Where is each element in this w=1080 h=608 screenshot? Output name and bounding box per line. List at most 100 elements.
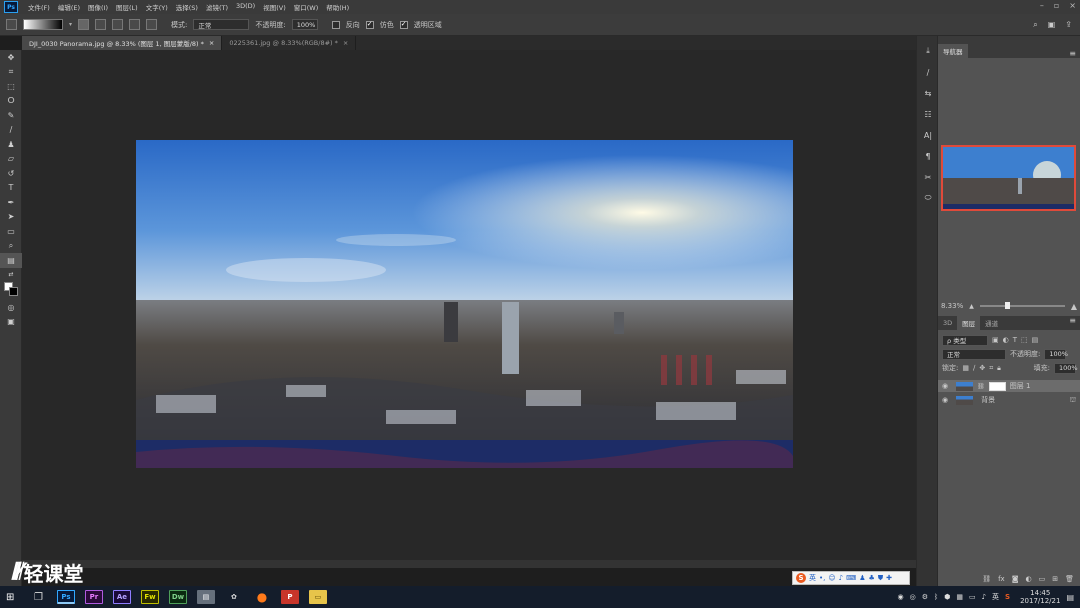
- network-icon[interactable]: ▭: [969, 593, 976, 601]
- zoom-slider[interactable]: [979, 302, 1065, 309]
- visibility-eye-icon[interactable]: ◉: [942, 396, 948, 404]
- tray-ime-label[interactable]: 英: [992, 592, 999, 602]
- menu-item[interactable]: 滤镜(T): [202, 2, 232, 12]
- path-select-tool-icon[interactable]: ➤: [0, 210, 22, 225]
- tab-channels[interactable]: 通道: [980, 316, 1003, 330]
- reverse-checkbox[interactable]: [331, 20, 340, 29]
- trash-icon[interactable]: 🗑︎: [1065, 575, 1074, 583]
- paragraph-icon[interactable]: ¶: [917, 150, 939, 162]
- quick-select-tool-icon[interactable]: ✎: [0, 108, 22, 123]
- search-icon[interactable]: ⌕: [1033, 20, 1037, 30]
- stamp-tool-icon[interactable]: ♟: [0, 137, 22, 152]
- close-tab-icon[interactable]: ×: [343, 39, 348, 47]
- emoji-icon[interactable]: ☺: [828, 574, 835, 582]
- menu-item[interactable]: 视图(V): [259, 2, 290, 12]
- new-layer-icon[interactable]: ⊞: [1052, 575, 1058, 583]
- lock-position-icon[interactable]: ✥: [979, 364, 985, 372]
- lock-artboard-icon[interactable]: ⌗: [989, 364, 993, 373]
- paw-taskbar-icon[interactable]: ✿: [225, 590, 243, 604]
- linear-gradient-button[interactable]: [78, 19, 90, 30]
- workspace-icon[interactable]: ▣: [1048, 20, 1056, 30]
- close-tab-icon[interactable]: ×: [209, 39, 214, 47]
- move-tool-icon[interactable]: ✥: [0, 50, 22, 65]
- transparency-checkbox[interactable]: ✓: [399, 20, 408, 29]
- app-taskbar-icon[interactable]: ▤: [196, 590, 215, 604]
- fill-field[interactable]: 100%: [1054, 362, 1078, 374]
- menu-item[interactable]: 图像(I): [84, 2, 112, 12]
- screen-mode-icon[interactable]: ▣: [0, 315, 22, 330]
- close-icon[interactable]: ×: [1069, 1, 1076, 10]
- crop-tool-icon[interactable]: ⌗: [0, 65, 22, 80]
- history-icon[interactable]: ⤓: [917, 45, 939, 57]
- zoom-tool-icon[interactable]: ⌕: [0, 239, 22, 254]
- firefox-taskbar-icon[interactable]: ●: [253, 590, 271, 604]
- mode-select[interactable]: 正常: [193, 19, 250, 30]
- eraser-tool-icon[interactable]: ▱: [0, 152, 22, 167]
- layer-row-2[interactable]: ◉ 背景 ⛫: [938, 394, 1080, 406]
- file-explorer-taskbar-icon[interactable]: ▭: [308, 590, 327, 604]
- panel-menu-icon[interactable]: ≡: [1069, 49, 1080, 58]
- maximize-icon[interactable]: ▫: [1054, 1, 1059, 10]
- tool-preset-picker[interactable]: [6, 19, 17, 30]
- blend-mode-select[interactable]: 正常: [942, 348, 1006, 360]
- character-icon[interactable]: A|: [917, 129, 939, 141]
- adjustments-icon[interactable]: ⇆: [917, 87, 939, 99]
- link-icon[interactable]: ⛓: [977, 383, 985, 390]
- diamond-gradient-button[interactable]: [146, 19, 158, 30]
- menu-item[interactable]: 3D(D): [232, 2, 259, 12]
- horizontal-scrollbar[interactable]: [22, 560, 916, 568]
- menu-item[interactable]: 窗口(W): [290, 2, 323, 12]
- background-color[interactable]: [9, 287, 18, 296]
- properties-icon[interactable]: ☷: [917, 108, 939, 120]
- clock[interactable]: 14:45 2017/12/21: [1020, 589, 1060, 605]
- windows-start-icon[interactable]: ⊞: [6, 592, 26, 603]
- sogou-tray-icon[interactable]: S: [1005, 593, 1010, 601]
- pen-tool-icon[interactable]: ✒: [0, 195, 22, 210]
- filter-adjust-icon[interactable]: ◐: [1003, 336, 1009, 344]
- lock-paint-icon[interactable]: ∕: [973, 364, 975, 372]
- zoom-slider-handle[interactable]: [1005, 302, 1011, 309]
- tools-icon[interactable]: ✂: [917, 171, 939, 183]
- tray-icon[interactable]: ▦: [956, 593, 963, 601]
- skin-icon[interactable]: ♣: [869, 574, 875, 582]
- opacity-field[interactable]: 100%: [291, 19, 318, 30]
- link-layers-icon[interactable]: ⛓: [982, 575, 991, 583]
- history-brush-icon[interactable]: ↺: [0, 166, 22, 181]
- chevron-down-icon[interactable]: ▾: [69, 21, 72, 28]
- tab-0225361[interactable]: 0225361.jpg @ 8.33%(RGB/8#) * ×: [222, 36, 357, 50]
- menu-item[interactable]: 文字(Y): [142, 2, 172, 12]
- filter-shape-icon[interactable]: ⬚: [1021, 336, 1028, 344]
- tray-icon[interactable]: ◎: [910, 593, 916, 601]
- tab-dji-panorama[interactable]: DJI_0030 Panorama.jpg @ 8.33% (图层 1, 图层蒙…: [22, 36, 223, 50]
- swap-colors-icon[interactable]: ⇄: [0, 268, 22, 283]
- layer-mask-thumbnail[interactable]: [988, 381, 1006, 391]
- bluetooth-icon[interactable]: ᛒ: [934, 593, 938, 601]
- adjustment-layer-icon[interactable]: ◐: [1026, 575, 1032, 583]
- volume-icon[interactable]: ♪: [982, 593, 986, 601]
- brush-settings-icon[interactable]: ∕: [917, 66, 939, 78]
- marquee-tool-icon[interactable]: ⬚: [0, 79, 22, 94]
- type-tool-icon[interactable]: T: [0, 181, 22, 196]
- person-icon[interactable]: ♟: [859, 574, 865, 582]
- gradient-preview[interactable]: [23, 19, 63, 30]
- menu-item[interactable]: 选择(S): [172, 2, 202, 12]
- quick-mask-icon[interactable]: ◎: [0, 300, 22, 315]
- layer-name[interactable]: 图层 1: [1010, 381, 1031, 391]
- reflected-gradient-button[interactable]: [129, 19, 141, 30]
- lock-pixels-icon[interactable]: ▦: [962, 364, 969, 372]
- tab-navigator[interactable]: 导航器: [938, 44, 968, 58]
- libraries-icon[interactable]: ⬭: [917, 192, 939, 204]
- menu-item[interactable]: 编辑(E): [54, 2, 84, 12]
- minimize-icon[interactable]: –: [1040, 1, 1044, 10]
- dreamweaver-taskbar-icon[interactable]: Dw: [168, 590, 187, 604]
- ime-mode-label[interactable]: 英: [809, 573, 816, 583]
- photoshop-taskbar-icon[interactable]: Ps: [56, 590, 75, 604]
- filter-type-icon[interactable]: T: [1013, 336, 1017, 344]
- office-taskbar-icon[interactable]: P: [280, 590, 299, 604]
- share-icon[interactable]: ⇪: [1065, 20, 1072, 30]
- color-swatches[interactable]: [0, 282, 21, 300]
- layer-name[interactable]: 背景: [981, 395, 995, 405]
- visibility-eye-icon[interactable]: ◉: [942, 382, 948, 390]
- angle-gradient-button[interactable]: [112, 19, 124, 30]
- tools-icon[interactable]: ✚: [886, 574, 892, 582]
